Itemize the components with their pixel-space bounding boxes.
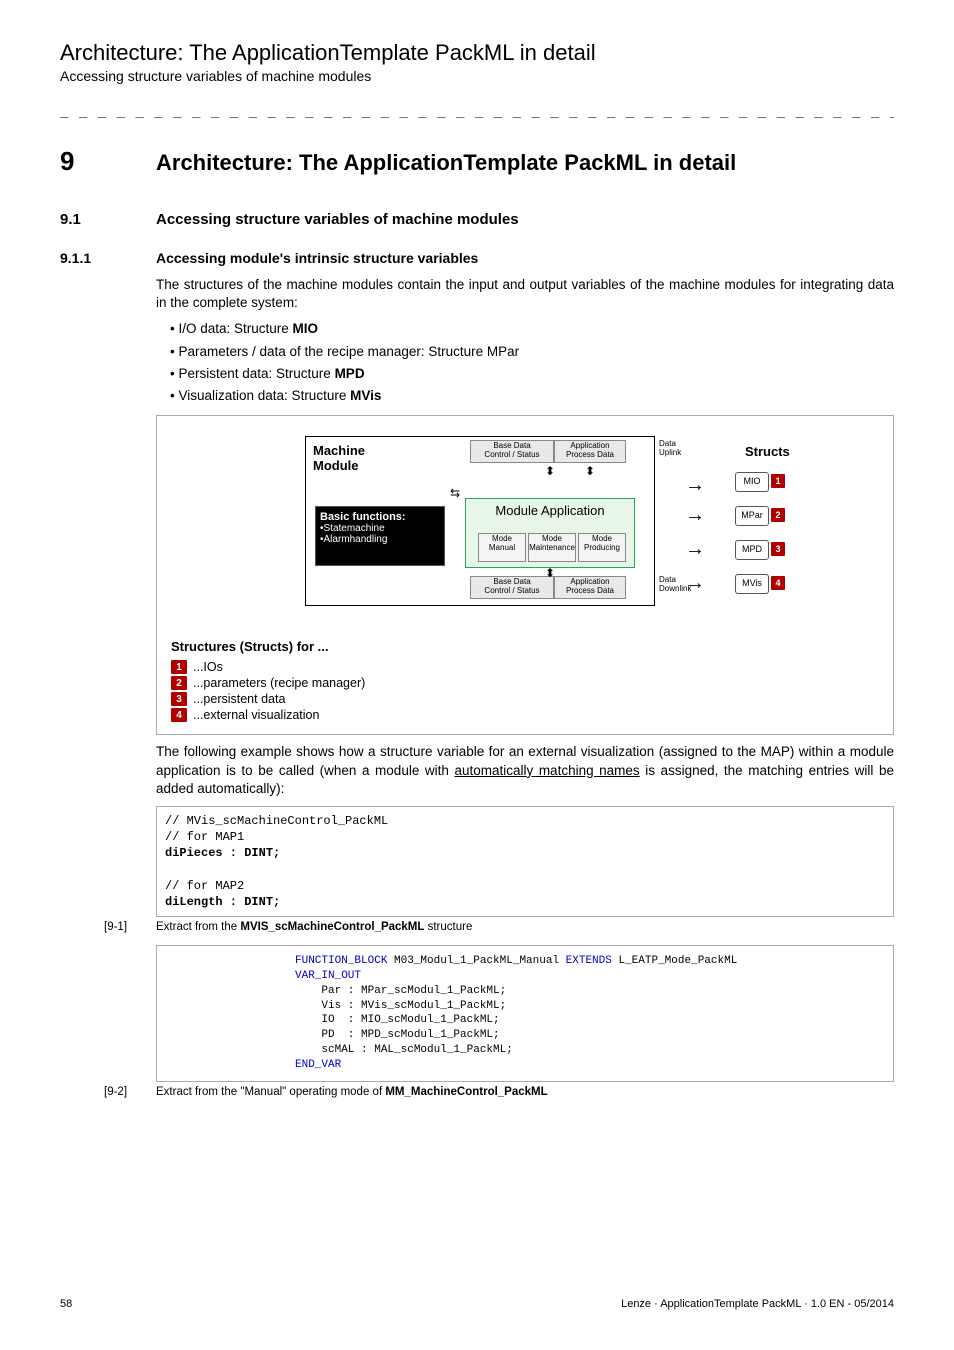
section-9-1-1-number: 9.1.1 [60, 250, 156, 266]
code-manual-extract: FUNCTION_BLOCK M03_Modul_1_PackML_Manual… [156, 945, 894, 1082]
caption-9-1-text: Extract from the MVIS_scMachineControl_P… [156, 921, 472, 933]
diagram-uplink: Data Uplink [659, 440, 699, 462]
diagram-mode-manual: Mode Manual [478, 533, 526, 562]
badge-3-icon: 3 [771, 542, 785, 556]
running-head-title: Architecture: The ApplicationTemplate Pa… [60, 40, 894, 66]
section-9-title: Architecture: The ApplicationTemplate Pa… [156, 150, 736, 176]
diagram-mode-producing: Mode Producing [578, 533, 626, 562]
diagram-struct-mpar: MPar [735, 506, 769, 526]
diagram-structs-label: Structs [745, 444, 790, 459]
diagram-top-basedata: Base Data Control / Status [470, 440, 554, 463]
caption-9-1-ref: [9-1] [104, 921, 156, 933]
bullet-mvis: Visualization data: Structure MVis [170, 387, 894, 405]
legend-persistent: 3...persistent data [171, 692, 879, 706]
legend-visualization: 4...external visualization [171, 708, 879, 722]
section-9-1-number: 9.1 [60, 211, 156, 228]
caption-9-2-text: Extract from the "Manual" operating mode… [156, 1086, 548, 1098]
section-9-1-title: Accessing structure variables of machine… [156, 211, 519, 228]
separator-dashes: _ _ _ _ _ _ _ _ _ _ _ _ _ _ _ _ _ _ _ _ … [60, 102, 894, 118]
footer-right: Lenze · ApplicationTemplate PackML · 1.0… [621, 1298, 894, 1310]
diagram-top-appdata: Application Process Data [554, 440, 626, 463]
diagram-struct-mio: MIO [735, 472, 769, 492]
badge-4-icon: 4 [771, 576, 785, 590]
diagram-struct-mvis: MVis [735, 574, 769, 594]
footer-page-number: 58 [60, 1298, 72, 1310]
diagram-basic-functions: Basic functions: •Statemachine •Alarmhan… [315, 506, 445, 566]
legend-parameters: 2...parameters (recipe manager) [171, 676, 879, 690]
legend-ios: 1...IOs [171, 660, 879, 674]
figure-box-structs: Machine Module Base Data Control / Statu… [156, 415, 894, 735]
diagram-bot-basedata: Base Data Control / Status [470, 576, 554, 599]
badge-2-icon: 2 [771, 508, 785, 522]
example-paragraph: The following example shows how a struct… [156, 743, 894, 798]
diagram-struct-mpd: MPD [735, 540, 769, 560]
section-9-1-1-title: Accessing module's intrinsic structure v… [156, 250, 478, 266]
bullet-mio: I/O data: Structure MIO [170, 320, 894, 338]
diagram-module-application: Module Application Mode Manual Mode Main… [465, 498, 635, 568]
caption-9-2-ref: [9-2] [104, 1086, 156, 1098]
diagram-mm-label: Machine Module [313, 444, 365, 473]
intro-paragraph: The structures of the machine modules co… [156, 276, 894, 312]
structs-caption: Structures (Structs) for ... [171, 639, 879, 654]
diagram-mode-maintenance: Mode Maintenance [528, 533, 576, 562]
diagram-bot-appdata: Application Process Data [554, 576, 626, 599]
running-head-subtitle: Accessing structure variables of machine… [60, 68, 894, 84]
code-mvis-extract: // MVis_scMachineControl_PackML // for M… [156, 806, 894, 917]
bullet-mpar: Parameters / data of the recipe manager:… [170, 343, 894, 361]
section-9-number: 9 [60, 146, 156, 177]
module-diagram: Machine Module Base Data Control / Statu… [245, 426, 805, 626]
link-auto-matching-names[interactable]: automatically matching names [454, 763, 639, 778]
bullet-mpd: Persistent data: Structure MPD [170, 365, 894, 383]
badge-1-icon: 1 [771, 474, 785, 488]
